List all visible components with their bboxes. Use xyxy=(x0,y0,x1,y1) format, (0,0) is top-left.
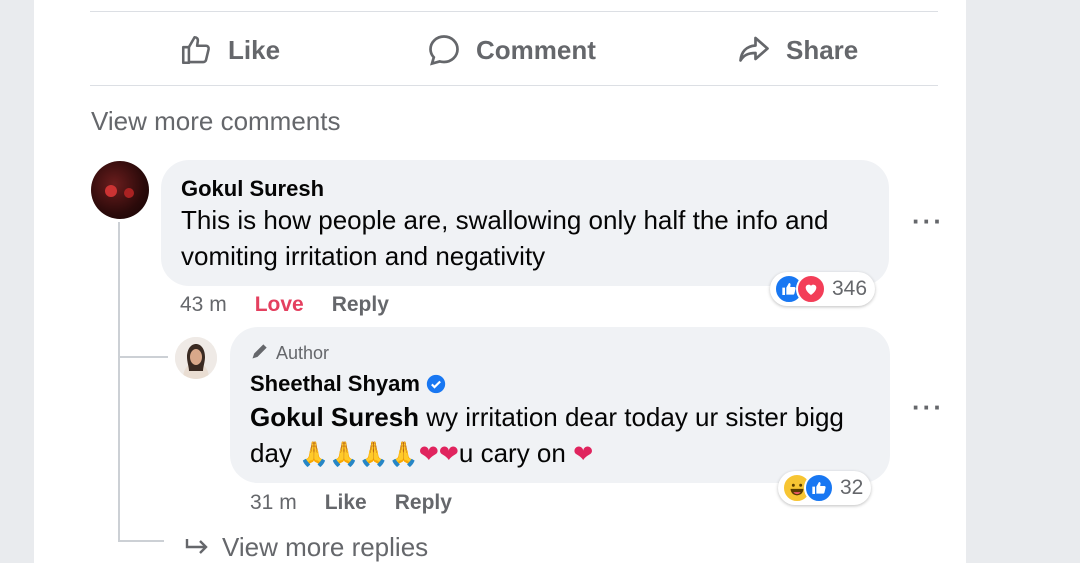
avatar[interactable] xyxy=(91,161,149,219)
reply-text-start: day xyxy=(250,438,300,468)
reply-like-link[interactable]: Like xyxy=(325,491,367,515)
comment-time[interactable]: 43 m xyxy=(180,293,227,317)
love-reaction-link[interactable]: Love xyxy=(255,293,304,317)
reply-time[interactable]: 31 m xyxy=(250,491,297,515)
comment-text-line2: vomiting irritation and negativity xyxy=(181,241,546,271)
comment-text-line1: This is how people are, swallowing only … xyxy=(181,205,829,235)
reply-reply-link[interactable]: Reply xyxy=(395,491,452,515)
reply-link[interactable]: Reply xyxy=(332,293,389,317)
comment-reaction-count: 346 xyxy=(832,277,868,300)
reply-reaction-count: 32 xyxy=(840,476,864,499)
love-icon xyxy=(796,274,826,304)
reply-text-line2: day 🙏🙏🙏🙏❤❤u cary on ❤ xyxy=(250,435,593,473)
view-more-replies-link[interactable]: View more replies xyxy=(184,532,428,563)
post-card: Like Comment Share View more comments Go… xyxy=(34,0,966,563)
comment-button[interactable]: Comment xyxy=(426,30,596,70)
reply-reactions[interactable]: 32 xyxy=(778,471,872,505)
share-icon xyxy=(736,32,772,68)
pray-emoji-icon: 🙏🙏🙏🙏 xyxy=(299,441,419,468)
avatar-image xyxy=(105,185,134,198)
share-button[interactable]: Share xyxy=(736,30,858,70)
actions-divider xyxy=(90,85,938,86)
like-button[interactable]: Like xyxy=(178,30,280,70)
heart-emoji-icon: ❤❤ xyxy=(418,441,459,468)
reply-arrow-icon xyxy=(184,537,210,559)
pen-icon xyxy=(250,341,270,366)
view-more-replies-label: View more replies xyxy=(222,532,429,562)
like-label: Like xyxy=(228,34,281,65)
reply-meta: 31 m Like Reply xyxy=(250,491,452,515)
author-badge: Author xyxy=(250,341,329,366)
comment-meta: 43 m Love Reply xyxy=(180,293,389,317)
verified-badge-icon xyxy=(426,374,446,394)
comment-author[interactable]: Gokul Suresh xyxy=(181,176,324,202)
thumbs-up-icon xyxy=(178,32,214,68)
reply-text-rest: wy irritation dear today ur sister bigg xyxy=(419,402,844,432)
reply-author[interactable]: Sheethal Shyam xyxy=(250,371,420,397)
reply-mention[interactable]: Gokul Suresh xyxy=(250,402,419,432)
reply-bubble: Author Sheethal Shyam Gokul Suresh wy ir… xyxy=(230,327,890,483)
thread-branch-more xyxy=(118,540,164,542)
reply-text-mid: u cary on xyxy=(458,438,574,468)
author-badge-label: Author xyxy=(276,343,330,363)
reply-avatar[interactable] xyxy=(175,337,217,379)
heart-emoji-end-icon: ❤ xyxy=(573,441,594,468)
share-label: Share xyxy=(786,34,859,65)
comment-label: Comment xyxy=(476,34,596,65)
reply-avatar-image xyxy=(175,337,217,379)
comment-icon xyxy=(426,32,462,68)
reply-more-options[interactable]: ··· xyxy=(912,392,944,423)
comment-more-options[interactable]: ··· xyxy=(912,206,944,237)
comment-bubble: Gokul Suresh This is how people are, swa… xyxy=(161,160,889,286)
top-divider xyxy=(90,11,938,12)
comment-reactions[interactable]: 346 xyxy=(770,272,876,306)
reply-author-row: Sheethal Shyam xyxy=(250,371,446,397)
like-icon xyxy=(804,473,834,503)
thread-line xyxy=(118,222,120,542)
view-more-comments-link[interactable]: View more comments xyxy=(91,106,341,137)
reply-text-line1: Gokul Suresh wy irritation dear today ur… xyxy=(250,399,844,435)
thread-branch-reply xyxy=(118,356,168,358)
